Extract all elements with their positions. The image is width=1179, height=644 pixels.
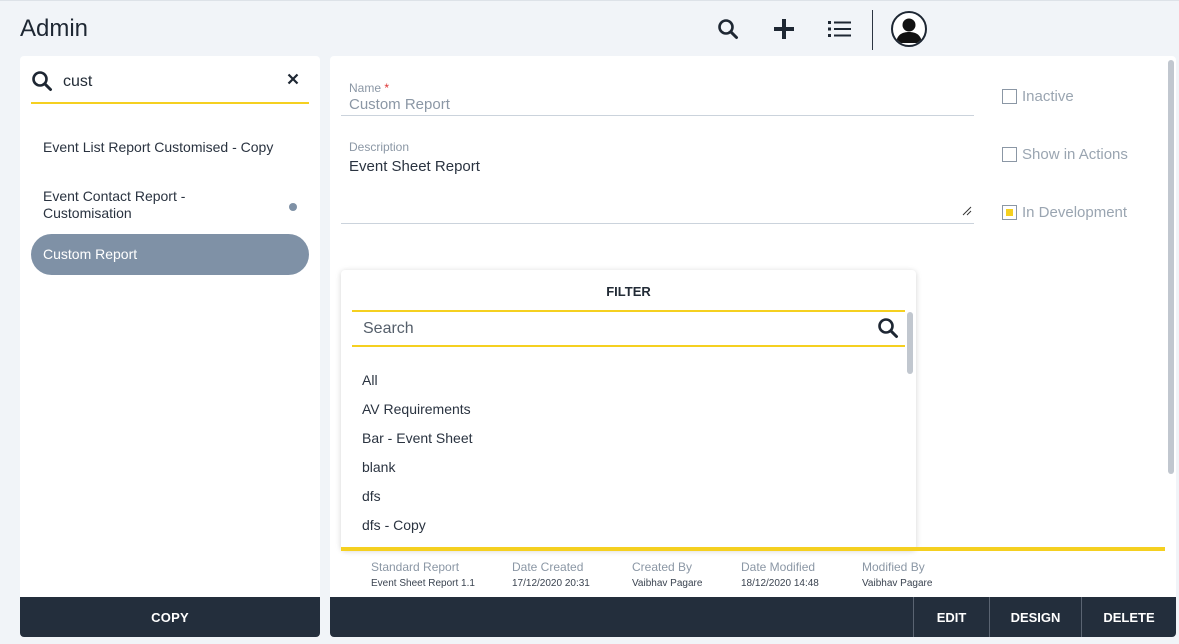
filter-option[interactable]: dfs [362,482,473,511]
filter-title: FILTER [606,284,651,299]
filter-option[interactable]: blank [362,453,473,482]
plus-icon[interactable] [770,15,798,43]
filter-option[interactable]: AV Requirements [362,395,473,424]
action-bar: EDIT DESIGN DELETE [330,597,1176,637]
filter-option[interactable]: dfs - Copy [362,511,473,540]
user-avatar-icon[interactable] [891,11,927,47]
created-by-value: Vaibhav Pagare [632,578,703,589]
filter-scrollbar[interactable] [907,312,913,374]
standard-report-label: Standard Report [371,560,460,574]
search-icon[interactable] [714,15,742,43]
list-item[interactable]: Event List Report Customised - Copy [31,118,309,176]
list-item-label: Event List Report Customised - Copy [43,138,274,155]
date-created-label: Date Created [512,560,584,574]
report-search [31,64,309,104]
report-list-panel: Event List Report Customised - Copy Even… [20,56,320,637]
filter-dropdown: FILTER All AV Requirements Bar - Event S… [341,270,916,550]
clear-search-icon[interactable] [287,72,299,90]
filter-search [352,310,905,347]
inactive-label: Inactive [1022,88,1074,105]
name-label: Name * [349,81,390,95]
report-detail-panel: Name * Custom Report Description Event S… [330,56,1176,637]
list-item[interactable]: Event Contact Report - Customisation [31,176,309,234]
filter-option[interactable]: Bar - Event Sheet [362,424,473,453]
delete-button[interactable]: DELETE [1081,597,1176,637]
date-modified-meta: Date Modified 18/12/2020 14:48 [741,560,819,589]
modified-by-value: Vaibhav Pagare [862,578,933,589]
standard-report-value: Event Sheet Report 1.1 [371,578,475,589]
list-item-label: Custom Report [43,246,138,262]
date-created-value: 17/12/2020 20:31 [512,578,590,589]
name-value: Custom Report [349,96,450,113]
in-development-checkbox[interactable]: In Development [1002,204,1127,221]
description-value: Event Sheet Report [349,158,480,175]
resize-handle-icon[interactable] [962,203,972,221]
panel-scrollbar[interactable] [1168,60,1174,474]
unsaved-dot-icon [289,203,297,211]
list-icon[interactable] [826,15,854,43]
checkbox-icon [1002,89,1017,104]
list-item-selected[interactable]: Custom Report [31,234,309,275]
list-item-label: Event Contact Report - Customisation [43,188,186,221]
filter-option[interactable]: All [362,366,473,395]
toolbar-divider [872,10,873,50]
section-divider [341,547,1165,551]
filter-search-input[interactable] [363,316,853,342]
inactive-checkbox[interactable]: Inactive [1002,88,1074,105]
date-modified-value: 18/12/2020 14:48 [741,578,819,589]
description-label: Description [349,140,410,154]
name-field[interactable]: Name * Custom Report [341,78,974,116]
date-created-meta: Date Created 17/12/2020 20:31 [512,560,590,589]
copy-button[interactable]: COPY [20,597,320,637]
checkbox-icon [1002,147,1017,162]
date-modified-label: Date Modified [741,560,816,574]
description-field[interactable]: Description Event Sheet Report [341,138,974,224]
filter-options: All AV Requirements Bar - Event Sheet bl… [362,366,473,540]
edit-button[interactable]: EDIT [913,597,989,637]
created-by-meta: Created By Vaibhav Pagare [632,560,702,589]
required-marker: * [384,81,390,95]
report-search-input[interactable] [63,68,273,96]
report-list: Event List Report Customised - Copy Even… [31,118,309,275]
design-button[interactable]: DESIGN [989,597,1081,637]
in-development-label: In Development [1022,204,1128,221]
search-icon [31,70,53,97]
top-bar: Admin [0,0,1179,56]
app-title: Admin [20,15,89,42]
created-by-label: Created By [632,560,693,574]
modified-by-label: Modified By [862,560,925,574]
search-icon[interactable] [877,317,899,344]
show-in-actions-label: Show in Actions [1022,146,1128,163]
show-in-actions-checkbox[interactable]: Show in Actions [1002,146,1128,163]
standard-report-meta: Standard Report Event Sheet Report 1.1 [371,560,475,589]
modified-by-meta: Modified By Vaibhav Pagare [862,560,932,589]
checkbox-checked-icon [1002,205,1017,220]
